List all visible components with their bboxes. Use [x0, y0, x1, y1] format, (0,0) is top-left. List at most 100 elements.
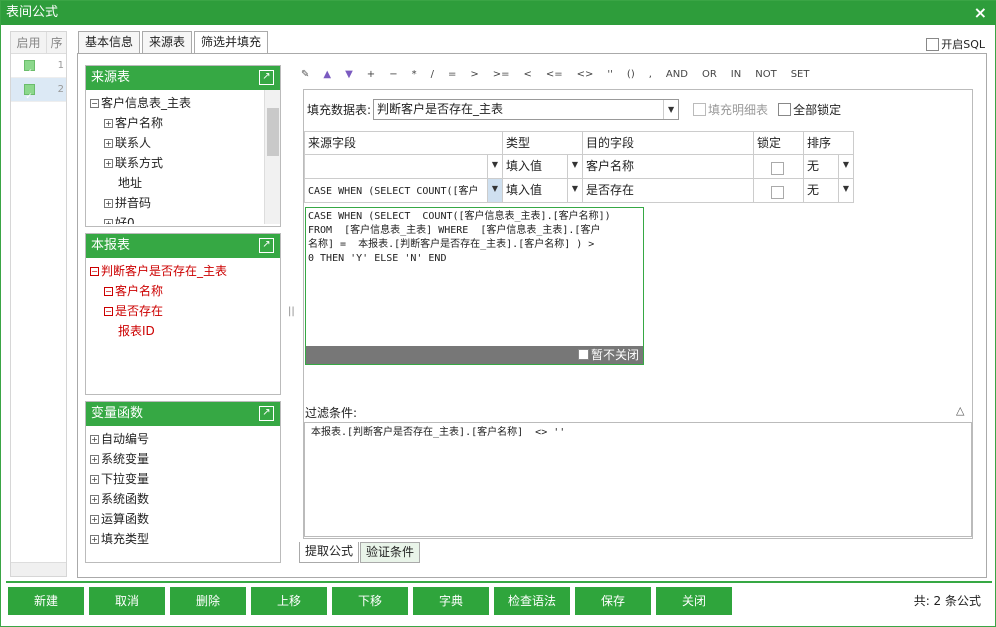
- popout-icon[interactable]: ↗: [259, 238, 274, 253]
- tree-item[interactable]: + 拼音码: [90, 193, 276, 213]
- and-op[interactable]: AND: [666, 69, 688, 80]
- chevron-down-icon[interactable]: ▼: [567, 155, 582, 178]
- tree-item[interactable]: − 客户名称: [90, 281, 276, 301]
- cancel-button[interactable]: 取消: [89, 587, 165, 615]
- chevron-down-icon[interactable]: ▼: [567, 179, 582, 202]
- list-row[interactable]: ✓ 2: [11, 78, 66, 102]
- panel-title: 来源表: [91, 70, 131, 85]
- ne-op[interactable]: <>: [577, 69, 594, 80]
- tree-item[interactable]: + 系统变量: [90, 449, 276, 469]
- tree-item[interactable]: − 是否存在: [90, 301, 276, 321]
- in-op[interactable]: IN: [731, 69, 741, 80]
- gt-op[interactable]: >: [470, 69, 478, 80]
- splitter-handle[interactable]: ||: [288, 306, 295, 317]
- popout-icon[interactable]: ↗: [259, 406, 274, 421]
- fill-detail-checkbox[interactable]: [693, 103, 707, 116]
- type-select[interactable]: 填入值 ▼: [503, 179, 583, 203]
- source-field-select[interactable]: CASE WHEN (SELECT COUNT([客户 ▼: [304, 179, 503, 203]
- tree-item[interactable]: + 好0: [90, 213, 276, 224]
- chevron-down-icon[interactable]: ▼: [487, 155, 502, 178]
- gte-op[interactable]: >=: [493, 69, 510, 80]
- button-bar: 新建 取消 删除 上移 下移 字典 检查语法 保存 关闭: [8, 587, 737, 615]
- tree-item[interactable]: + 系统函数: [90, 489, 276, 509]
- sort-select[interactable]: 无 ▼: [804, 155, 854, 179]
- new-button[interactable]: 新建: [8, 587, 84, 615]
- chevron-down-icon[interactable]: ▼: [838, 155, 853, 178]
- list-row[interactable]: ✓ 1: [11, 54, 66, 78]
- or-op[interactable]: OR: [702, 69, 717, 80]
- dest-field: 客户名称: [583, 155, 754, 179]
- open-sql-checkbox[interactable]: [926, 37, 940, 51]
- minus-op[interactable]: −: [389, 69, 397, 80]
- tree-root[interactable]: − 判断客户是否存在_主表: [90, 261, 276, 281]
- lock-checkbox[interactable]: [771, 162, 784, 175]
- comma-op[interactable]: ,: [649, 69, 652, 80]
- tree-item[interactable]: + 客户名称: [90, 113, 276, 133]
- plus-op[interactable]: +: [367, 69, 375, 80]
- multiply-op[interactable]: *: [412, 69, 417, 80]
- move-down-button[interactable]: 下移: [332, 587, 408, 615]
- not-op[interactable]: NOT: [755, 69, 776, 80]
- keep-open-checkbox[interactable]: [577, 349, 589, 360]
- col-lock: 锁定: [754, 131, 804, 155]
- dictionary-button[interactable]: 字典: [413, 587, 489, 615]
- window-title: 表间公式: [6, 5, 59, 20]
- tree-item[interactable]: + 下拉变量: [90, 469, 276, 489]
- source-field-select[interactable]: ▼: [304, 155, 503, 179]
- lock-all-checkbox[interactable]: [778, 103, 792, 116]
- set-op[interactable]: SET: [791, 69, 810, 80]
- type-select[interactable]: 填入值 ▼: [503, 155, 583, 179]
- move-up-button[interactable]: 上移: [251, 587, 327, 615]
- tree-root[interactable]: − 客户信息表_主表: [90, 93, 276, 113]
- open-sql-label: 开启SQL: [941, 38, 985, 51]
- tree-item[interactable]: + 联系方式: [90, 153, 276, 173]
- mapping-grid: 来源字段 类型 目的字段 锁定 排序 ▼ 填入值 ▼ 客户名称 无 ▼ CASE W…: [304, 131, 854, 203]
- close-button[interactable]: 关闭: [656, 587, 732, 615]
- open-sql-option[interactable]: 开启SQL: [926, 36, 985, 52]
- vertical-scrollbar[interactable]: [264, 90, 280, 224]
- fill-table-label: 填充数据表:: [307, 103, 372, 117]
- quotes-op[interactable]: '': [607, 69, 613, 80]
- tree-item[interactable]: + 填充类型: [90, 529, 276, 549]
- horizontal-scrollbar[interactable]: [11, 562, 66, 576]
- save-button[interactable]: 保存: [575, 587, 651, 615]
- tree-item[interactable]: 地址: [90, 173, 276, 193]
- lt-op[interactable]: <: [524, 69, 532, 80]
- tab-validate[interactable]: 验证条件: [360, 542, 421, 563]
- tab-filter-fill[interactable]: 筛选并填充: [194, 31, 269, 54]
- equals-op[interactable]: =: [448, 69, 456, 80]
- check-syntax-button[interactable]: 检查语法: [494, 587, 570, 615]
- delete-button[interactable]: 删除: [170, 587, 246, 615]
- format-icon[interactable]: ✎: [301, 69, 309, 80]
- tab-basic-info[interactable]: 基本信息: [78, 31, 141, 53]
- tree-item[interactable]: + 联系人: [90, 133, 276, 153]
- filter-input[interactable]: 本报表.[判断客户是否存在_主表].[客户名称] <> '': [304, 422, 972, 537]
- table-row[interactable]: CASE WHEN (SELECT COUNT([客户 ▼ 填入值 ▼ 是否存在 无…: [304, 179, 854, 203]
- filter-text[interactable]: 本报表.[判断客户是否存在_主表].[客户名称] <> '': [305, 423, 971, 443]
- formula-editor[interactable]: CASE WHEN (SELECT COUNT([客户信息表_主表].[客户名称…: [305, 207, 644, 365]
- fill-table-select[interactable]: 判断客户是否存在_主表 ▼: [373, 99, 680, 120]
- parens-op[interactable]: (): [627, 69, 635, 80]
- sort-select[interactable]: 无 ▼: [804, 179, 854, 203]
- move-down-icon[interactable]: ▼: [345, 69, 353, 80]
- close-icon[interactable]: ×: [974, 3, 987, 23]
- collapse-icon[interactable]: △: [956, 404, 964, 417]
- lte-op[interactable]: <=: [546, 69, 563, 80]
- tab-source-table[interactable]: 来源表: [142, 31, 193, 53]
- chevron-down-icon[interactable]: ▼: [663, 100, 678, 119]
- chevron-down-icon[interactable]: ▼: [487, 179, 502, 202]
- popout-icon[interactable]: ↗: [259, 70, 274, 85]
- formula-text[interactable]: CASE WHEN (SELECT COUNT([客户信息表_主表].[客户名称…: [306, 208, 643, 268]
- divide-op[interactable]: /: [431, 69, 434, 80]
- grid-header: 来源字段 类型 目的字段 锁定 排序: [304, 131, 854, 155]
- tree-item[interactable]: + 自动编号: [90, 429, 276, 449]
- enabled-checkbox[interactable]: ✓: [23, 84, 35, 102]
- enabled-checkbox[interactable]: ✓: [23, 60, 35, 78]
- table-row[interactable]: ▼ 填入值 ▼ 客户名称 无 ▼: [304, 155, 854, 179]
- tab-extract-formula[interactable]: 提取公式: [299, 542, 360, 563]
- tree-item[interactable]: 报表ID: [90, 321, 276, 341]
- lock-checkbox[interactable]: [771, 186, 784, 199]
- chevron-down-icon[interactable]: ▼: [838, 179, 853, 202]
- tree-item[interactable]: + 运算函数: [90, 509, 276, 529]
- move-up-icon[interactable]: ▲: [323, 69, 331, 80]
